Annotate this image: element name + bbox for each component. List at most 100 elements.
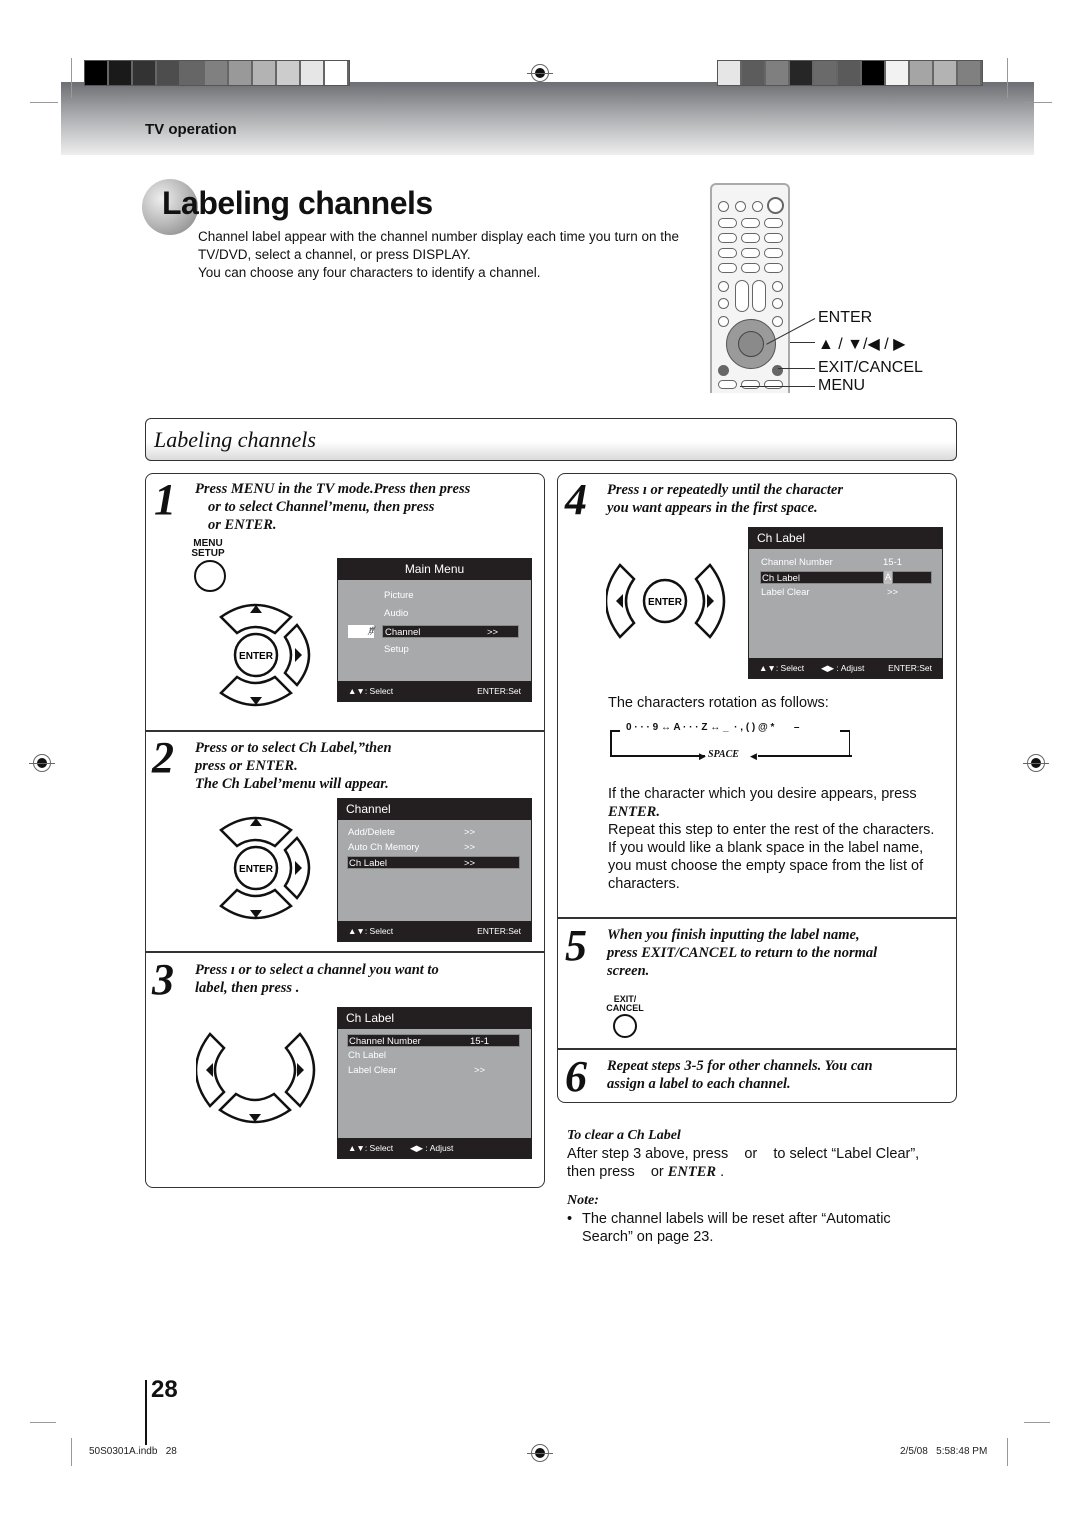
rotation-intro: The characters rotation as follows: — [608, 695, 829, 711]
osd-item: Label Clear >> — [761, 586, 933, 599]
color-swatch — [109, 61, 133, 85]
step-5-line: press EXIT/CANCEL to return to the norma… — [607, 945, 878, 961]
step-number-2: 2 — [152, 733, 174, 782]
osd-item-selected: Ch Label >> — [347, 856, 520, 869]
osd-footer: ▲▼: Select ◀▶ : Adjust ENTER:Set — [749, 658, 942, 678]
step-6-instructions: Repeat steps 3-5 for other channels. You… — [607, 1057, 947, 1093]
enter-keyword: ENTER — [667, 1164, 717, 1180]
left-enter-right-keys-icon: ENTER — [604, 563, 726, 648]
osd-ch-label-edit-menu: Ch Label Channel Number 15-1 Ch Label A … — [748, 527, 943, 679]
leader-line — [778, 368, 815, 369]
rotation-space: SPACE — [708, 749, 739, 760]
color-swatch — [205, 61, 229, 85]
osd-item-value: >> — [487, 627, 499, 638]
divider — [557, 1048, 957, 1050]
footer-file-name: 50S0301A.indb 28 — [89, 1446, 177, 1457]
enter-keyword: ENTER — [608, 804, 657, 820]
enter-label: ENTER — [239, 651, 274, 662]
color-swatch — [301, 61, 325, 85]
osd-footer-select: ▲▼: Select — [759, 663, 805, 673]
osd-item-label: Ch Label — [349, 858, 388, 869]
menu-setup-label: MENU SETUP — [191, 538, 225, 559]
intro-text: Channel label appear with the channel nu… — [198, 228, 698, 282]
clear-label-text-1: After step 3 above, press or to select “… — [567, 1146, 920, 1162]
keys-graphic — [194, 1032, 316, 1124]
color-swatch — [133, 61, 157, 85]
osd-item: Setup — [384, 644, 409, 655]
color-swatch — [277, 61, 301, 85]
clear-label-text-2: then press or ENTER . — [567, 1163, 957, 1181]
osd-item: Audio — [384, 608, 409, 619]
crop-mark — [71, 1438, 72, 1466]
clear-label-text-2b: . — [716, 1164, 725, 1180]
color-calibration-bar-left — [84, 60, 350, 86]
remote-label-enter: ENTER — [818, 309, 873, 326]
osd-item: Channel Number 15-1 — [761, 556, 933, 569]
clear-label-text-2a: then press or — [567, 1164, 668, 1180]
remote-label-menu: MENU — [818, 377, 866, 394]
intro-line-1: Channel label appear with the channel nu… — [198, 229, 680, 262]
osd-item-label: Channel — [385, 627, 421, 638]
osd-title: Ch Label — [749, 528, 942, 549]
osd-item-label: Ch Label — [762, 573, 801, 584]
osd-title: Main Menu — [338, 559, 531, 580]
section-header-title: Labeling channels — [154, 427, 316, 452]
color-swatch — [85, 61, 109, 85]
leader-line — [740, 386, 815, 387]
step-4-notes: If the character which you desire appear… — [608, 785, 948, 893]
color-swatch — [253, 61, 277, 85]
color-swatch — [157, 61, 181, 85]
color-swatch — [181, 61, 205, 85]
color-swatch — [766, 61, 790, 85]
crop-mark — [1024, 102, 1052, 103]
color-swatch — [742, 61, 766, 85]
color-swatch — [838, 61, 862, 85]
osd-footer: ▲▼: Select ENTER:Set — [338, 681, 531, 701]
osd-item-label: Auto Ch Memory — [348, 842, 420, 853]
osd-item-label: Label Clear — [761, 587, 810, 598]
osd-item: Add/Delete >> — [348, 826, 520, 839]
intro-line-2: You can choose any four characters to id… — [198, 265, 541, 280]
color-swatch — [862, 61, 886, 85]
osd-footer-set: ENTER:Set — [477, 926, 521, 936]
color-swatch — [718, 61, 742, 85]
osd-item-selected: Channel Number 15-1 — [347, 1034, 520, 1047]
divider — [145, 951, 545, 953]
step-4-instructions: Press ı or repeatedly until the characte… — [607, 481, 947, 517]
crop-mark — [30, 102, 58, 103]
note-bullet: • The channel labels will be reset after… — [567, 1210, 927, 1246]
color-swatch — [934, 61, 958, 85]
dpad-icon: ENTER — [213, 808, 323, 933]
color-swatch — [958, 61, 982, 85]
osd-item-value: 15-1 — [470, 1036, 490, 1047]
osd-item-selected: Ch Label — [760, 571, 884, 584]
osd-item-value: >> — [464, 858, 476, 869]
osd-footer-select: ▲▼: Select — [348, 686, 394, 696]
step-6-line: Repeat steps 3-5 for other channels. You… — [607, 1058, 873, 1074]
step-1-line: or ENTER. — [208, 517, 277, 533]
color-swatch — [886, 61, 910, 85]
osd-footer-select: ▲▼: Select — [348, 1143, 394, 1153]
step-3-line: label, then press . — [195, 980, 300, 996]
color-swatch — [910, 61, 934, 85]
registration-mark-icon — [29, 754, 55, 772]
registration-mark-icon — [527, 1444, 553, 1462]
clear-label-section: To clear a Ch Label After step 3 above, … — [567, 1127, 957, 1181]
osd-item: Ch Label — [348, 1049, 520, 1062]
step-4-line: you want appears in the first space. — [607, 500, 818, 516]
step-number-4: 4 — [565, 475, 587, 524]
step-number-1: 1 — [154, 475, 176, 524]
registration-mark-icon — [527, 64, 553, 82]
osd-item: Label Clear >> — [348, 1064, 520, 1077]
osd-footer-set: ENTER:Set — [477, 686, 521, 696]
color-swatch — [814, 61, 838, 85]
remote-control-illustration — [710, 183, 790, 393]
crop-mark — [71, 58, 72, 98]
osd-item-value: >> — [474, 1065, 486, 1076]
dpad-icon: ENTER — [213, 595, 323, 720]
osd-item-value: >> — [887, 587, 899, 598]
osd-item-label: Label Clear — [348, 1065, 397, 1076]
crop-mark — [1007, 58, 1008, 98]
osd-item-selected: Channel >> — [382, 625, 519, 638]
label-char-slots — [892, 571, 932, 584]
